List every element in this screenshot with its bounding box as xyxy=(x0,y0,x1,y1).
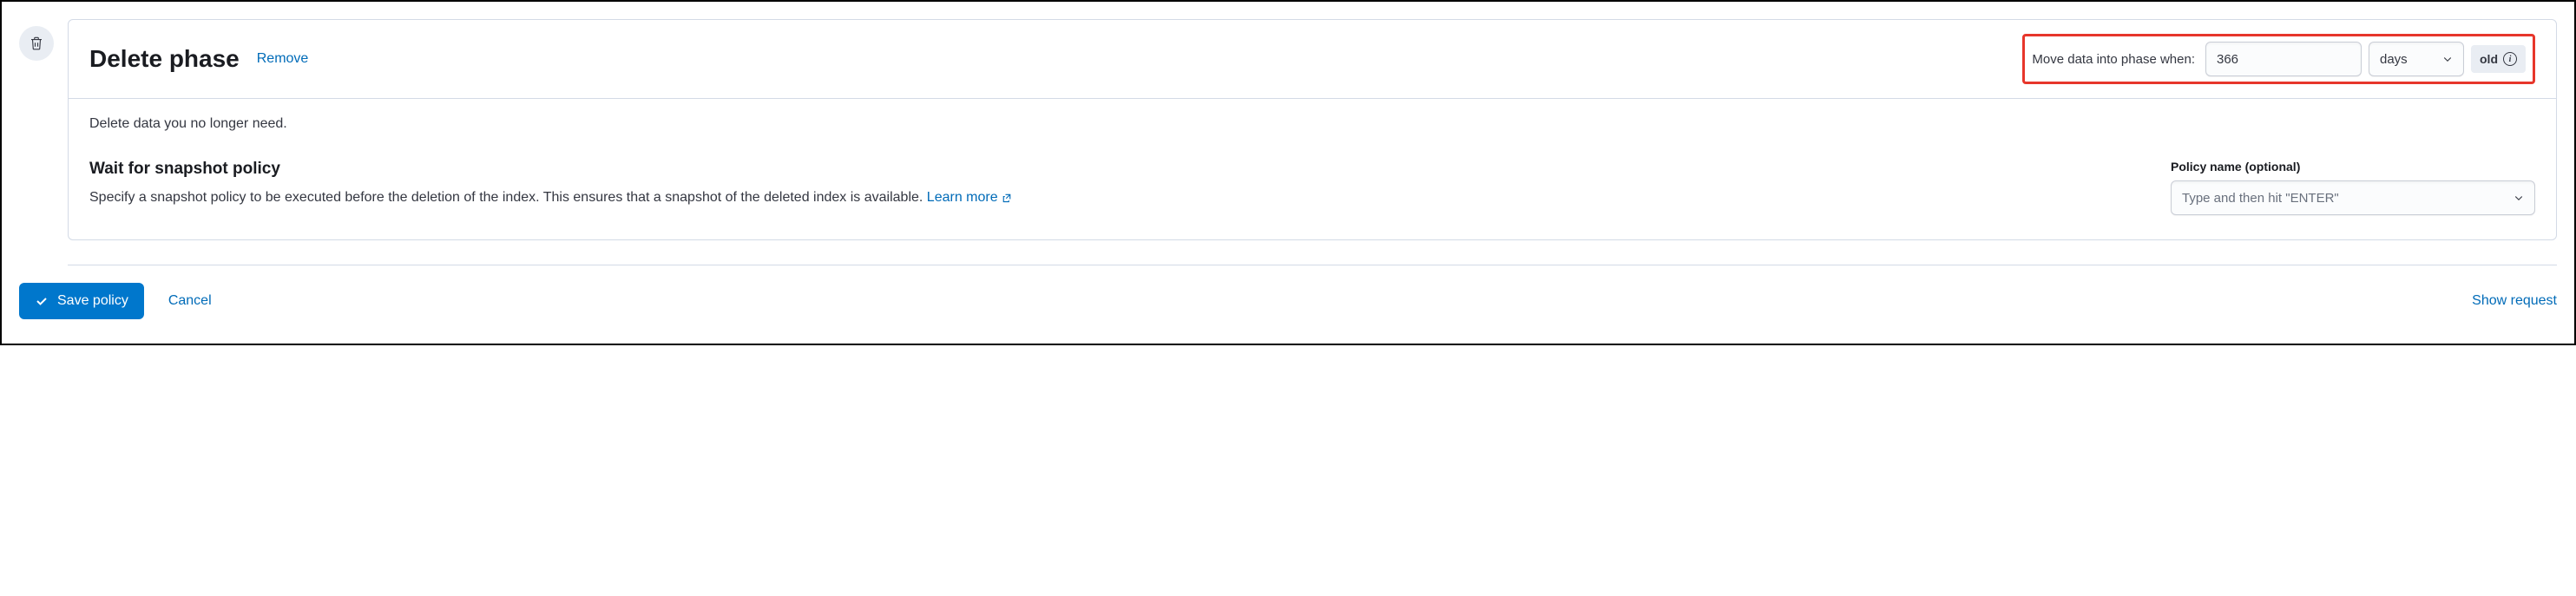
age-unit-label: days xyxy=(2380,52,2408,67)
panel-header: Delete phase Remove Move data into phase… xyxy=(69,20,2556,98)
snapshot-title: Wait for snapshot policy xyxy=(89,160,2129,179)
move-data-label: Move data into phase when: xyxy=(2032,52,2195,67)
move-data-controls: Move data into phase when: days old i xyxy=(2022,34,2535,84)
footer: Save policy Cancel Show request xyxy=(19,283,2557,326)
info-icon[interactable]: i xyxy=(2503,52,2517,66)
policy-placeholder: Type and then hit "ENTER" xyxy=(2182,191,2339,206)
phase-title: Delete phase xyxy=(89,45,240,73)
delete-phase-panel: Delete phase Remove Move data into phase… xyxy=(68,19,2557,240)
trash-icon xyxy=(19,26,54,61)
check-icon xyxy=(35,294,49,308)
chevron-down-icon xyxy=(2442,54,2453,64)
remove-button[interactable]: Remove xyxy=(257,51,309,67)
save-policy-button[interactable]: Save policy xyxy=(19,283,144,319)
external-link-icon xyxy=(1002,193,1012,203)
age-unit-select[interactable]: days xyxy=(2369,42,2464,76)
phase-description: Delete data you no longer need. xyxy=(89,116,2535,132)
panel-body: Delete data you no longer need. Wait for… xyxy=(69,98,2556,239)
snapshot-description: Specify a snapshot policy to be executed… xyxy=(89,187,2129,208)
chevron-down-icon xyxy=(2514,193,2524,203)
old-badge: old i xyxy=(2471,45,2526,73)
policy-name-label: Policy name (optional) xyxy=(2171,160,2535,174)
learn-more-link[interactable]: Learn more xyxy=(927,187,1012,208)
show-request-button[interactable]: Show request xyxy=(2472,293,2557,309)
age-value-input[interactable] xyxy=(2205,42,2362,76)
policy-name-combobox[interactable]: Type and then hit "ENTER" xyxy=(2171,180,2535,215)
cancel-button[interactable]: Cancel xyxy=(168,293,212,309)
